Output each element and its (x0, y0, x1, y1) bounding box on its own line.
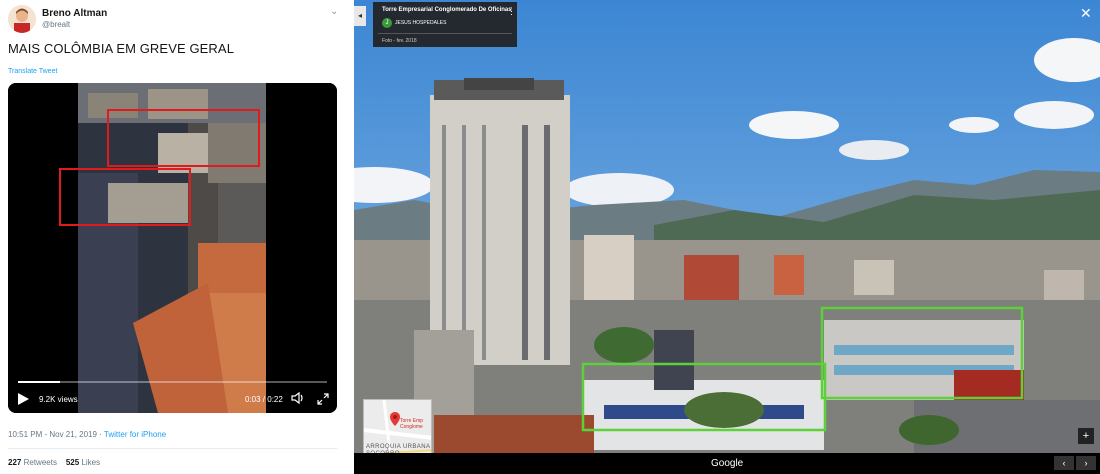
minimap-place-label: Torre Emp Conglome (400, 418, 424, 430)
google-logo: Google (711, 458, 744, 469)
video-progress-bar[interactable] (18, 381, 327, 383)
screen: Breno Altman @brealt ⌄ MAIS COLÔMBIA EM … (0, 0, 1100, 474)
like-label[interactable]: Likes (81, 458, 100, 467)
info-divider (378, 33, 512, 34)
retweet-label[interactable]: Retweets (24, 458, 57, 467)
map-pin-icon (390, 412, 400, 426)
contributor-avatar[interactable]: J (382, 18, 392, 28)
more-vert-icon[interactable]: ⋮ (507, 6, 516, 17)
fullscreen-icon[interactable] (316, 392, 330, 406)
tweet-stats: 227 Retweets 525 Likes (8, 458, 100, 467)
tweet-panel: Breno Altman @brealt ⌄ MAIS COLÔMBIA EM … (0, 0, 349, 474)
street-view-panel[interactable]: ◂ Torre Empresarial Conglomerado De Ofic… (354, 0, 1100, 474)
translate-tweet-link[interactable]: Translate Tweet (8, 68, 57, 75)
play-icon[interactable] (16, 392, 30, 406)
collapse-panel-button[interactable]: ◂ (354, 6, 366, 26)
display-name[interactable]: Breno Altman (42, 8, 107, 19)
retweet-count[interactable]: 227 (8, 458, 21, 467)
video-frame (8, 83, 337, 413)
street-view-photo (354, 0, 1100, 474)
place-title[interactable]: Torre Empresarial Conglomerado De Oficin… (382, 7, 512, 13)
meta-separator: · (96, 430, 104, 439)
video-time: 0:03 / 0:22 (245, 395, 283, 404)
contributor-name[interactable]: JESUS HOSPEDALES (395, 20, 446, 26)
chevron-right-icon[interactable]: › (1076, 456, 1096, 470)
view-count: 9.2K views (39, 395, 78, 404)
photo-date: Foto - fev. 2018 (382, 38, 417, 44)
user-handle[interactable]: @brealt (42, 20, 70, 29)
chevron-left-icon[interactable]: ‹ (1054, 456, 1074, 470)
tweet-source-link[interactable]: Twitter for iPhone (104, 430, 166, 439)
video-progress-fill (18, 381, 61, 383)
tweet-meta: 10:51 PM - Nov 21, 2019 · Twitter for iP… (8, 430, 166, 439)
tweet-timestamp[interactable]: 10:51 PM - Nov 21, 2019 (8, 430, 97, 439)
tweet-text: MAIS COLÔMBIA EM GREVE GERAL (8, 41, 235, 56)
close-icon[interactable]: ✕ (1080, 5, 1092, 22)
avatar[interactable] (8, 5, 36, 33)
divider (8, 448, 337, 449)
place-info-card: Torre Empresarial Conglomerado De Oficin… (373, 2, 517, 47)
caret-down-icon[interactable]: ⌄ (330, 6, 338, 17)
video-player[interactable]: 9.2K views 0:03 / 0:22 (8, 83, 337, 413)
like-count[interactable]: 525 (66, 458, 79, 467)
volume-icon[interactable] (291, 391, 305, 405)
zoom-in-button[interactable]: + (1078, 428, 1094, 444)
